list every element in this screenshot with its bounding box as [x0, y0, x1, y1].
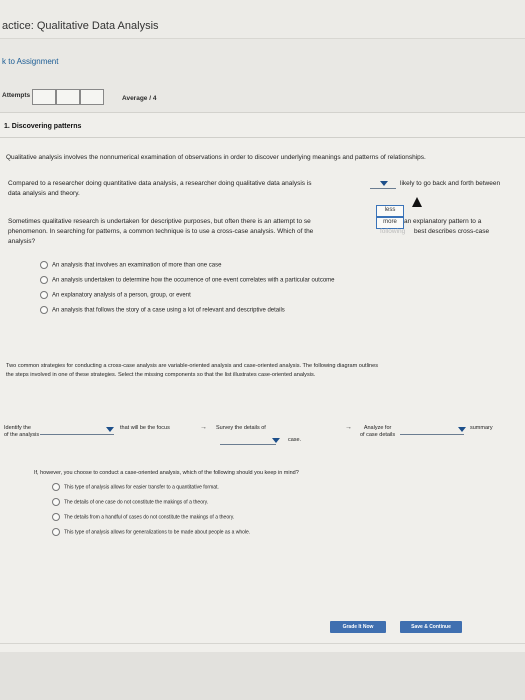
attempt-box — [80, 89, 104, 105]
radio-button[interactable] — [52, 483, 60, 491]
radio-button[interactable] — [52, 513, 60, 521]
radio-option[interactable]: An analysis that involves an examination… — [40, 261, 221, 269]
radio-button[interactable] — [40, 261, 48, 269]
purpose-text-3: phenomenon. In searching for patterns, a… — [8, 228, 314, 235]
intro-text: Qualitative analysis involves the nonnum… — [6, 154, 426, 161]
radio-option[interactable]: The details of one case do not constitut… — [52, 498, 208, 506]
chevron-down-icon[interactable] — [106, 427, 114, 432]
question-card: 1. Discovering patterns Qualitative anal… — [0, 112, 525, 653]
chevron-down-icon[interactable] — [272, 438, 280, 443]
assignment-title: actice: Qualitative Data Analysis — [2, 20, 159, 32]
attempts-label: Attempts — [2, 92, 31, 99]
question-title: 1. Discovering patterns — [4, 123, 82, 130]
diagram-step-2: that will be the focus — [120, 425, 170, 431]
purpose-text-hidden: following — [380, 228, 406, 235]
divider — [0, 643, 525, 644]
radio-option[interactable]: The details from a handful of cases do n… — [52, 513, 234, 521]
back-to-assignment-link[interactable]: k to Assignment — [2, 57, 58, 66]
strategies-text-2: the steps involved in one of these strat… — [6, 372, 316, 378]
radio-option[interactable]: An explanatory analysis of a person, gro… — [40, 291, 191, 299]
diagram-dropdown-1[interactable] — [40, 425, 114, 435]
purpose-text-2: an explanatory pattern to a — [404, 218, 482, 225]
diagram-step-1: Identify the of the analysis — [4, 425, 40, 438]
compare-text-1: Compared to a researcher doing quantitat… — [8, 180, 312, 187]
diagram-step-5: summary — [470, 425, 493, 431]
compare-text-3: data analysis and theory. — [8, 190, 80, 197]
attempt-box — [56, 89, 80, 105]
radio-button[interactable] — [40, 306, 48, 314]
diagram-dropdown-2[interactable] — [220, 435, 276, 445]
radio-button[interactable] — [40, 276, 48, 284]
case-oriented-diagram: Identify the of the analysis that will b… — [0, 413, 525, 453]
page-footer-area — [0, 652, 525, 700]
case-question-text: If, however, you choose to conduct a cas… — [34, 470, 299, 476]
mouse-cursor-icon — [412, 197, 422, 207]
arrow-right-icon: → — [345, 424, 352, 431]
purpose-text-1: Sometimes qualitative research is undert… — [8, 218, 311, 225]
radio-option[interactable]: An analysis undertaken to determine how … — [40, 276, 335, 284]
radio-button[interactable] — [40, 291, 48, 299]
dropdown-option-less[interactable]: less — [376, 205, 404, 217]
chevron-down-icon[interactable] — [458, 427, 466, 432]
radio-button[interactable] — [52, 528, 60, 536]
average-score: Average / 4 — [122, 95, 157, 102]
save-continue-button[interactable]: Save & Continue — [400, 621, 462, 633]
radio-button[interactable] — [52, 498, 60, 506]
chevron-down-icon[interactable] — [380, 181, 388, 186]
grade-it-now-button[interactable]: Grade It Now — [330, 621, 386, 633]
purpose-text-5: analysis? — [8, 238, 36, 245]
compare-text-2: likely to go back and forth between — [400, 180, 501, 187]
diagram-step-4: Analyze for of case details — [360, 425, 396, 438]
title-bar: actice: Qualitative Data Analysis — [0, 0, 525, 39]
divider — [0, 137, 525, 138]
radio-option[interactable]: An analysis that follows the story of a … — [40, 306, 285, 314]
attempt-box — [32, 89, 56, 105]
radio-option[interactable]: This type of analysis allows for easier … — [52, 483, 219, 491]
diagram-dropdown-3[interactable] — [400, 425, 464, 435]
diagram-step-3b: case. — [288, 437, 302, 443]
arrow-right-icon: → — [200, 424, 207, 431]
radio-option[interactable]: This type of analysis allows for general… — [52, 528, 250, 536]
diagram-step-3: Survey the details of — [216, 425, 266, 431]
purpose-text-4: best describes cross-case — [414, 228, 490, 235]
